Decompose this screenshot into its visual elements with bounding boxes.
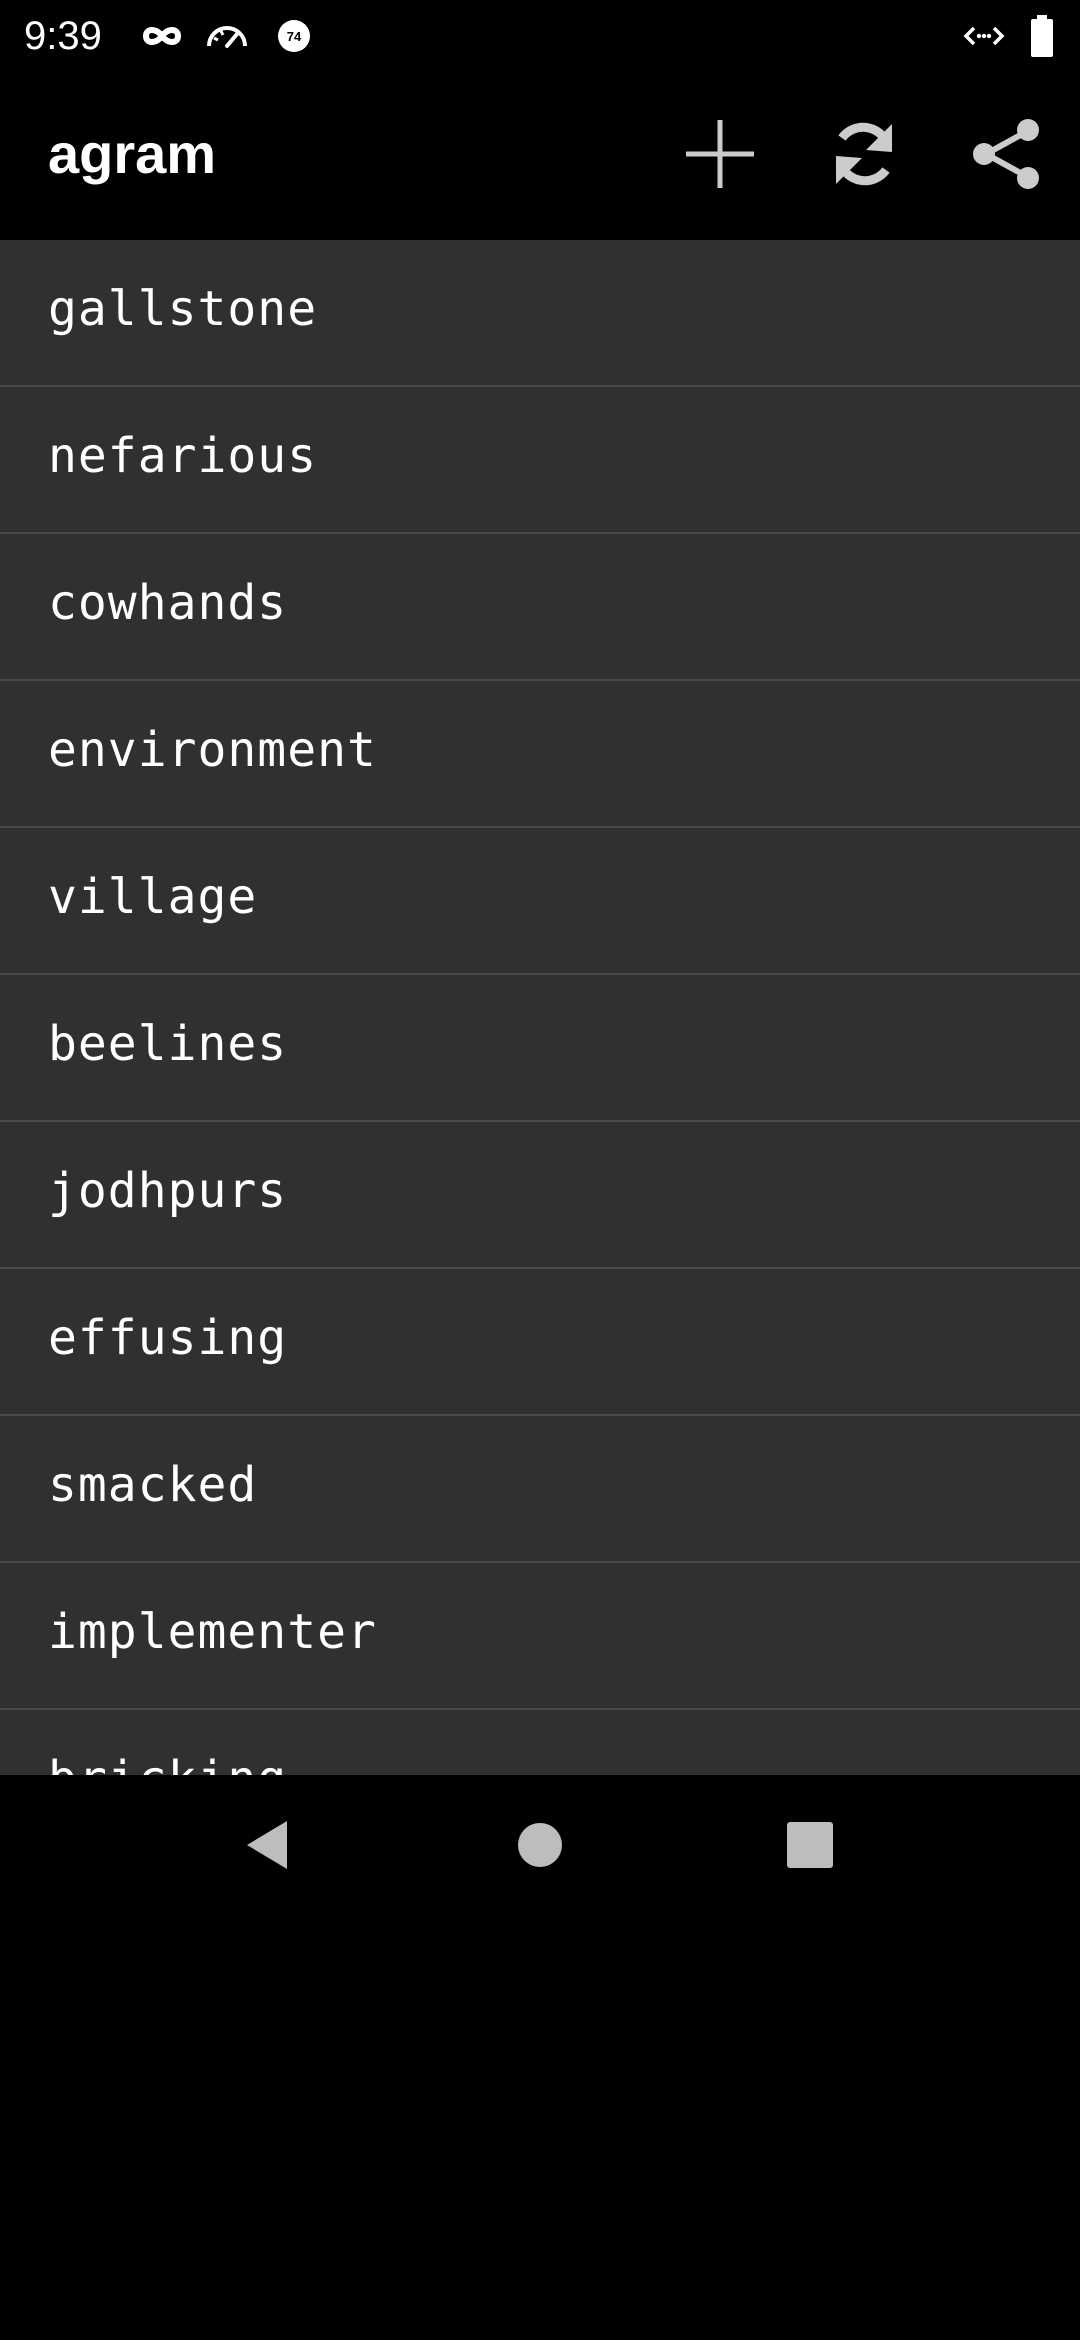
back-icon [243,1818,293,1877]
list-item-label: jodhpurs [48,1162,288,1219]
add-button[interactable] [672,108,768,204]
list-item[interactable]: smacked [0,1416,1080,1563]
list-item[interactable]: environment [0,681,1080,828]
recents-icon [787,1821,833,1873]
share-button[interactable] [960,108,1056,204]
app-bar: agram [0,72,1080,240]
list-item-label: village [48,868,258,925]
list-item[interactable]: village [0,828,1080,975]
list-item-label: environment [48,721,377,778]
list-item-label: implementer [48,1603,377,1660]
list-item[interactable]: bricking [0,1710,1080,1776]
refresh-button[interactable] [816,108,912,204]
list-item-label: smacked [48,1456,258,1513]
list-item-label: cowhands [48,574,288,631]
battery-saver-badge-text: 74 [287,29,302,44]
list-item[interactable]: jodhpurs [0,1122,1080,1269]
app-title: agram [48,122,217,185]
status-bar: 9:39 74 [0,0,1080,72]
recents-button[interactable] [760,1797,860,1897]
list-item[interactable]: gallstone [0,240,1080,387]
list-item-label: beelines [48,1015,288,1072]
list-item[interactable]: implementer [0,1563,1080,1710]
list-item[interactable]: beelines [0,975,1080,1122]
home-icon [517,1822,563,1873]
list-item-label: gallstone [48,280,318,337]
battery-icon [1028,14,1056,57]
refresh-icon [826,116,902,197]
home-button[interactable] [490,1797,590,1897]
speedometer-icon [204,16,250,56]
list-item-label: nefarious [48,427,318,484]
battery-saver-badge-icon: 74 [276,16,312,56]
word-list[interactable]: gallstone nefarious cowhands environment… [0,240,1080,1775]
list-item-label: bricking [48,1751,287,1776]
list-item[interactable]: effusing [0,1269,1080,1416]
list-item-label: effusing [48,1309,288,1366]
navigation-bar [0,1775,1080,1920]
plus-icon [682,116,758,197]
list-item[interactable]: cowhands [0,534,1080,681]
data-activity-icon [962,16,1006,56]
status-time: 9:39 [24,14,102,58]
list-item[interactable]: nefarious [0,387,1080,534]
share-icon [970,116,1046,197]
infinity-icon [140,16,184,56]
back-button[interactable] [218,1797,318,1897]
